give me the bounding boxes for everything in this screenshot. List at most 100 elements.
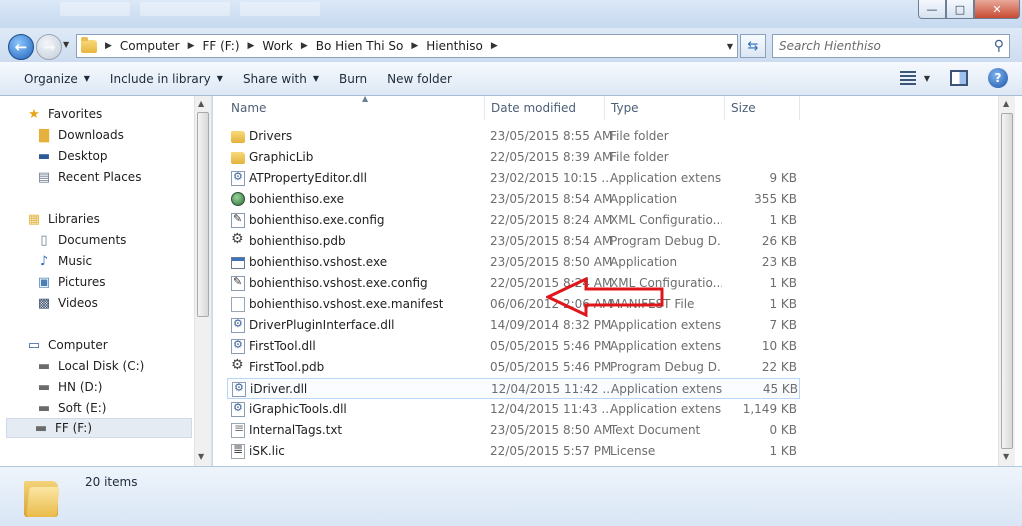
- scroll-up-icon[interactable]: ▲: [1003, 99, 1009, 108]
- file-row[interactable]: iDriver.dll12/04/2015 11:42 ...Applicati…: [227, 378, 800, 399]
- file-date-modified: 06/06/2012 2:06 AM: [490, 297, 613, 311]
- file-size: 7 KB: [769, 318, 797, 332]
- nav-soft-e[interactable]: ▬ Soft (E:): [36, 398, 107, 418]
- file-row[interactable]: FirstTool.pdb05/05/2015 5:46 PMProgram D…: [227, 357, 800, 378]
- back-button[interactable]: ←: [8, 34, 34, 60]
- videos-icon: ▩: [37, 295, 51, 311]
- sort-ascending-icon: ▲: [362, 96, 369, 103]
- address-bar[interactable]: ▶ Computer ▶ FF (F:) ▶ Work ▶ Bo Hien Th…: [76, 34, 738, 58]
- burn-button[interactable]: Burn: [329, 66, 377, 92]
- file-size: 1,149 KB: [742, 402, 797, 416]
- nav-scroll-thumb[interactable]: [197, 112, 209, 317]
- share-with-button[interactable]: Share with ▼: [233, 66, 329, 92]
- nav-documents[interactable]: ▯ Documents: [36, 230, 126, 250]
- file-date-modified: 14/09/2014 8:32 PM: [490, 318, 612, 332]
- nav-local-disk-c[interactable]: ▬ Local Disk (C:): [36, 356, 144, 376]
- scroll-down-icon[interactable]: ▼: [198, 452, 204, 461]
- chevron-down-icon[interactable]: ▼: [924, 74, 930, 83]
- file-row[interactable]: bohienthiso.vshost.exe.manifest 06/06/201…: [227, 294, 800, 315]
- breadcrumb-work[interactable]: Work: [262, 39, 292, 53]
- chevron-right-icon[interactable]: ▶: [411, 41, 418, 51]
- file-row[interactable]: InternalTags.txt23/05/2015 8:50 AMText D…: [227, 420, 800, 441]
- column-header-date[interactable]: Date modified: [485, 96, 605, 120]
- chevron-right-icon[interactable]: ▶: [491, 41, 498, 51]
- title-bar: — □ ✕: [0, 0, 1022, 28]
- scroll-down-icon[interactable]: ▼: [1003, 452, 1009, 461]
- file-name: iDriver.dll: [250, 382, 308, 396]
- search-box[interactable]: ⚲: [772, 34, 1010, 58]
- change-view-icon[interactable]: [899, 71, 916, 85]
- chevron-right-icon[interactable]: ▶: [248, 41, 255, 51]
- minimize-button[interactable]: —: [918, 0, 946, 19]
- scroll-up-icon[interactable]: ▲: [198, 99, 204, 108]
- column-header-label: Type: [611, 101, 639, 115]
- file-row[interactable]: DriverPluginInterface.dll 14/09/2014 8:32…: [227, 315, 800, 336]
- folder-icon: [231, 131, 245, 143]
- breadcrumb-hienthiso[interactable]: Hienthiso: [426, 39, 483, 53]
- breadcrumb-ff-drive[interactable]: FF (F:): [203, 39, 240, 53]
- file-row[interactable]: bohienthiso.vshost.exe.config 22/05/2015 …: [227, 273, 800, 294]
- nav-recent-places[interactable]: ▤ Recent Places: [36, 167, 142, 187]
- column-header-name[interactable]: ▲ Name: [225, 96, 485, 120]
- nav-downloads[interactable]: ▇ Downloads: [36, 125, 124, 145]
- breadcrumb-bo-hien-thi-so[interactable]: Bo Hien Thi So: [316, 39, 404, 53]
- forward-button[interactable]: →: [36, 34, 62, 60]
- refresh-button[interactable]: ⇆: [740, 34, 766, 58]
- file-row[interactable]: ATPropertyEditor.dll 23/02/2015 10:15 ...…: [227, 168, 800, 189]
- libraries-icon: ▦: [27, 211, 41, 227]
- file-scroll-thumb[interactable]: [1001, 113, 1013, 449]
- file-row[interactable]: GraphicLib 22/05/2015 8:39 AM File folder: [227, 147, 800, 168]
- file-list-scrollbar[interactable]: ▲ ▼: [998, 96, 1015, 466]
- file-size: 1 KB: [769, 297, 797, 311]
- file-row[interactable]: iSK.lic22/05/2015 5:57 PMLicense1 KB: [227, 441, 800, 462]
- nav-favorites[interactable]: ★ Favorites: [26, 104, 102, 124]
- file-row[interactable]: bohienthiso.vshost.exe 23/05/2015 8:50 AM…: [227, 252, 800, 273]
- organize-button[interactable]: Organize ▼: [14, 66, 100, 92]
- column-header-size[interactable]: Size: [725, 96, 800, 120]
- config-icon: [231, 212, 245, 228]
- document-icon: [231, 297, 245, 312]
- file-row[interactable]: bohienthiso.exe.config 22/05/2015 8:24 AM…: [227, 210, 800, 231]
- nav-scrollbar[interactable]: ▲ ▼: [194, 96, 211, 466]
- breadcrumb-computer[interactable]: Computer: [120, 39, 180, 53]
- nav-hn-d[interactable]: ▬ HN (D:): [36, 377, 103, 397]
- music-icon: ♪: [39, 253, 49, 269]
- file-row[interactable]: bohienthiso.exe 23/05/2015 8:54 AM Applica…: [227, 189, 800, 210]
- file-row[interactable]: iGraphicTools.dll12/04/2015 11:43 ...App…: [227, 399, 800, 420]
- computer-icon: ▭: [27, 337, 41, 353]
- nav-computer[interactable]: ▭ Computer: [26, 335, 108, 355]
- chevron-down-icon: ▼: [216, 74, 223, 83]
- breadcrumb: ▶ Computer ▶ FF (F:) ▶ Work ▶ Bo Hien Th…: [97, 39, 506, 53]
- nav-music[interactable]: ♪ Music: [36, 251, 92, 271]
- preview-pane-icon[interactable]: [950, 70, 968, 86]
- pictures-icon: ▣: [37, 274, 51, 290]
- close-button[interactable]: ✕: [974, 0, 1020, 19]
- search-icon[interactable]: ⚲: [994, 38, 1004, 54]
- nav-libraries[interactable]: ▦ Libraries: [26, 209, 100, 229]
- nav-ff-f[interactable]: ▬ FF (F:): [6, 418, 192, 438]
- file-row[interactable]: FirstTool.dll05/05/2015 5:46 PMApplicati…: [227, 336, 800, 357]
- nav-videos[interactable]: ▩ Videos: [36, 293, 98, 313]
- search-input[interactable]: [779, 39, 979, 53]
- recent-pages-dropdown[interactable]: ▼: [63, 40, 69, 49]
- help-icon[interactable]: ?: [988, 68, 1008, 88]
- nav-label: FF (F:): [55, 421, 92, 435]
- file-row[interactable]: Drivers 23/05/2015 8:55 AM File folder: [227, 126, 800, 147]
- chevron-down-icon: ▼: [312, 74, 319, 83]
- nav-desktop[interactable]: ▬ Desktop: [36, 146, 108, 166]
- chevron-right-icon[interactable]: ▶: [188, 41, 195, 51]
- include-in-library-button[interactable]: Include in library ▼: [100, 66, 233, 92]
- chevron-right-icon[interactable]: ▶: [105, 41, 112, 51]
- column-header-type[interactable]: Type: [605, 96, 725, 120]
- nav-pictures[interactable]: ▣ Pictures: [36, 272, 106, 292]
- share-with-label: Share with: [242, 71, 307, 86]
- item-count: 20 items: [85, 475, 138, 489]
- chevron-right-icon[interactable]: ▶: [301, 41, 308, 51]
- file-size: 0 KB: [769, 423, 797, 437]
- file-row[interactable]: bohienthiso.pdb23/05/2015 8:54 AMProgram…: [227, 231, 800, 252]
- file-type: File folder: [610, 129, 669, 143]
- maximize-button[interactable]: □: [946, 0, 974, 19]
- new-folder-button[interactable]: New folder: [377, 66, 462, 92]
- chevron-down-icon[interactable]: ▼: [727, 42, 733, 51]
- file-name: bohienthiso.vshost.exe: [249, 255, 388, 269]
